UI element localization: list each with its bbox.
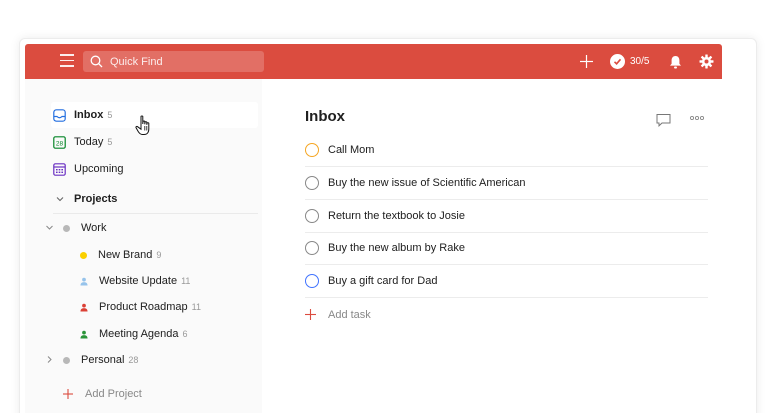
settings-button[interactable] — [699, 44, 714, 79]
task-item[interactable]: Buy the new album by Rake — [305, 232, 708, 265]
inbox-icon — [53, 108, 66, 122]
project-label: Product Roadmap — [99, 301, 188, 313]
project-label: New Brand — [98, 249, 153, 261]
task-checkbox[interactable] — [305, 176, 319, 190]
sidebar-item-upcoming[interactable]: Upcoming — [53, 156, 124, 182]
task-label: Call Mom — [328, 144, 375, 156]
search-input[interactable] — [110, 54, 255, 69]
project-website-update[interactable]: Website Update 11 — [80, 268, 190, 294]
item-count: 5 — [107, 110, 113, 120]
project-color-dot — [63, 356, 70, 364]
project-color-dot — [80, 251, 87, 259]
item-count: 9 — [156, 250, 162, 260]
add-task-button[interactable]: Add task — [305, 305, 371, 325]
plus-icon — [305, 305, 316, 325]
project-label: Website Update — [99, 275, 178, 287]
top-bar: 30/5 — [25, 44, 722, 79]
task-checkbox[interactable] — [305, 241, 319, 255]
task-label: Return the textbook to Josie — [328, 210, 465, 222]
project-new-brand[interactable]: New Brand 9 — [80, 242, 161, 268]
add-task-label: Add task — [328, 309, 371, 321]
quick-find-search[interactable] — [83, 51, 264, 72]
sidebar-item-label: Today — [74, 136, 104, 148]
bell-icon — [670, 55, 681, 68]
chevron-down-icon — [53, 193, 66, 206]
project-label: Personal — [81, 354, 125, 366]
task-item[interactable]: Call Mom — [305, 134, 708, 167]
person-icon — [80, 301, 88, 314]
projects-heading: Projects — [74, 193, 118, 205]
task-checkbox[interactable] — [305, 143, 319, 157]
search-icon — [90, 55, 103, 68]
task-item[interactable]: Buy a gift card for Dad — [305, 265, 708, 298]
project-color-dot — [63, 224, 70, 232]
sidebar-item-inbox[interactable]: Inbox 5 — [53, 102, 112, 128]
item-count: 5 — [107, 137, 113, 147]
task-label: Buy the new issue of Scientific American — [328, 177, 526, 189]
add-project-button[interactable]: Add Project — [61, 381, 142, 407]
task-checkbox[interactable] — [305, 274, 319, 288]
calendar-upcoming-icon — [53, 162, 66, 176]
divider — [53, 213, 258, 214]
task-checkbox[interactable] — [305, 209, 319, 223]
calendar-today-icon: 28 — [53, 135, 66, 149]
item-count: 28 — [128, 355, 139, 365]
sidebar-item-today[interactable]: 28 Today 5 — [53, 129, 112, 155]
person-icon — [80, 328, 88, 341]
chevron-down-icon[interactable] — [45, 223, 54, 235]
chevron-right-icon[interactable] — [45, 355, 54, 367]
plus-icon — [579, 55, 593, 68]
svg-text:28: 28 — [56, 140, 64, 147]
project-work[interactable]: Work — [63, 215, 106, 241]
project-label: Meeting Agenda — [99, 328, 179, 340]
project-label: Work — [81, 222, 107, 234]
item-count: 11 — [191, 302, 202, 312]
gear-icon — [699, 54, 714, 69]
more-options-icon[interactable] — [689, 113, 705, 124]
menu-icon[interactable] — [60, 54, 74, 67]
checkmark-icon — [610, 54, 625, 69]
person-icon — [80, 275, 88, 288]
task-item[interactable]: Buy the new issue of Scientific American — [305, 167, 708, 200]
karma-button[interactable]: 30/5 — [610, 44, 649, 79]
task-label: Buy a gift card for Dad — [328, 275, 438, 287]
add-project-label: Add Project — [85, 388, 142, 400]
page-title: Inbox — [305, 108, 345, 125]
sidebar-item-label: Inbox — [74, 109, 104, 121]
project-product-roadmap[interactable]: Product Roadmap 11 — [80, 294, 201, 320]
sidebar-item-label: Upcoming — [74, 163, 124, 175]
project-meeting-agenda[interactable]: Meeting Agenda 6 — [80, 321, 188, 347]
comment-icon[interactable] — [656, 113, 671, 132]
project-personal[interactable]: Personal 28 — [63, 347, 138, 373]
hand-cursor-icon — [135, 115, 153, 142]
item-count: 6 — [182, 329, 188, 339]
task-label: Buy the new album by Rake — [328, 242, 465, 254]
item-count: 11 — [181, 276, 191, 286]
task-item[interactable]: Return the textbook to Josie — [305, 200, 708, 233]
notifications-button[interactable] — [669, 44, 682, 79]
projects-section-toggle[interactable]: Projects — [53, 186, 117, 212]
karma-count: 30/5 — [630, 56, 650, 67]
plus-icon — [61, 388, 74, 401]
quick-add-button[interactable] — [578, 44, 594, 79]
